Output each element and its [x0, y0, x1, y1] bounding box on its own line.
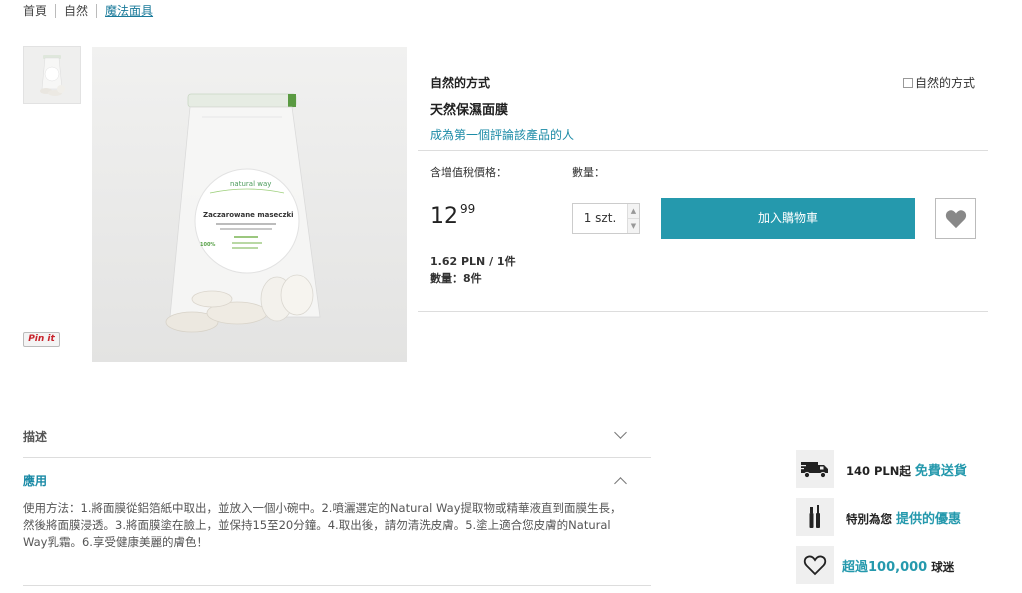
decrement-arrow-icon[interactable]: ▼: [628, 218, 639, 233]
perk-fans-text: 超過100,000 球迷: [842, 556, 954, 575]
perk-special-offer-prefix: 特別為您: [846, 511, 892, 526]
usage-instructions: 使用方法：1.將面膜從鋁箔紙中取出，並放入一個小碗中。2.噴灑選定的Natura…: [23, 501, 622, 549]
pinterest-button[interactable]: Pin it: [23, 332, 60, 347]
truck-icon: [796, 450, 834, 488]
product-package-illustration: natural way Zaczarowane maseczki 100%: [92, 47, 407, 362]
perk-free-shipping-text: 140 PLN起 免費送貨: [846, 460, 967, 479]
product-brand[interactable]: 自然的方式: [430, 74, 490, 91]
breadcrumb-home[interactable]: 首頁: [23, 4, 57, 18]
perk-special-offer-text: 特別為您 提供的優惠: [846, 508, 961, 527]
perk-fans-highlight: 超過100,000: [842, 559, 928, 575]
perk-free-shipping[interactable]: 140 PLN起 免費送貨: [796, 450, 996, 488]
perk-special-offer[interactable]: 特別為您 提供的優惠: [796, 498, 996, 536]
perk-free-shipping-prefix: 140 PLN起: [846, 463, 911, 478]
heart-outline-icon: [796, 546, 834, 584]
perk-fans[interactable]: 超過100,000 球迷: [796, 546, 996, 584]
divider: [23, 585, 651, 586]
chevron-up-icon: [614, 477, 627, 490]
perk-fans-suffix: 球迷: [931, 559, 955, 574]
quantity-value[interactable]: 1 szt.: [573, 204, 627, 233]
wishlist-button[interactable]: [935, 198, 976, 239]
breadcrumb: 首頁 自然 魔法面具: [23, 4, 169, 18]
accordion-description-header[interactable]: 描述: [23, 426, 651, 445]
breadcrumb-magic-mask[interactable]: 魔法面具: [105, 4, 161, 18]
price-label: 含增值稅價格：: [430, 166, 507, 179]
product-main-image[interactable]: natural way Zaczarowane maseczki 100%: [92, 47, 407, 362]
unit-price: 1.62 PLN / 1件: [430, 255, 516, 268]
perk-special-offer-highlight: 提供的優惠: [896, 511, 962, 527]
label-brand: natural way: [230, 180, 271, 188]
divider: [418, 150, 988, 151]
price-integer: 12: [430, 204, 458, 229]
increment-arrow-icon[interactable]: ▲: [628, 204, 639, 218]
stock-quantity: 數量：8件: [430, 272, 482, 285]
product-thumbnail[interactable]: [23, 46, 81, 104]
quantity-spinner: ▲ ▼: [627, 204, 639, 233]
perk-free-shipping-highlight: 免費送貨: [914, 463, 967, 479]
divider: [418, 311, 988, 312]
heart-icon: [945, 209, 966, 228]
accordion-usage-header[interactable]: 應用: [23, 472, 651, 490]
brand-logo-alt-text: 自然的方式: [915, 76, 976, 90]
label-percent: 100%: [200, 242, 215, 248]
breadcrumb-nature[interactable]: 自然: [64, 4, 98, 18]
quantity-stepper[interactable]: 1 szt. ▲ ▼: [572, 203, 640, 234]
quantity-label: 數量：: [572, 166, 605, 179]
add-to-cart-button[interactable]: 加入購物車: [661, 198, 915, 239]
product-title: 天然保濕面膜: [430, 103, 509, 118]
write-review-link[interactable]: 成為第一個評論該產品的人: [430, 126, 574, 143]
label-name: Zaczarowane maseczki: [203, 211, 294, 219]
price-decimal: 99: [460, 202, 476, 216]
accordion-description-title: 描述: [23, 430, 48, 444]
accordion-usage-title: 應用: [23, 474, 48, 488]
cosmetics-icon: [796, 498, 834, 536]
brand-logo-image[interactable]: 自然的方式: [903, 74, 975, 91]
broken-image-icon: [903, 77, 913, 88]
chevron-down-icon: [614, 426, 627, 439]
divider: [23, 457, 651, 458]
product-price: 12 99: [430, 202, 476, 229]
